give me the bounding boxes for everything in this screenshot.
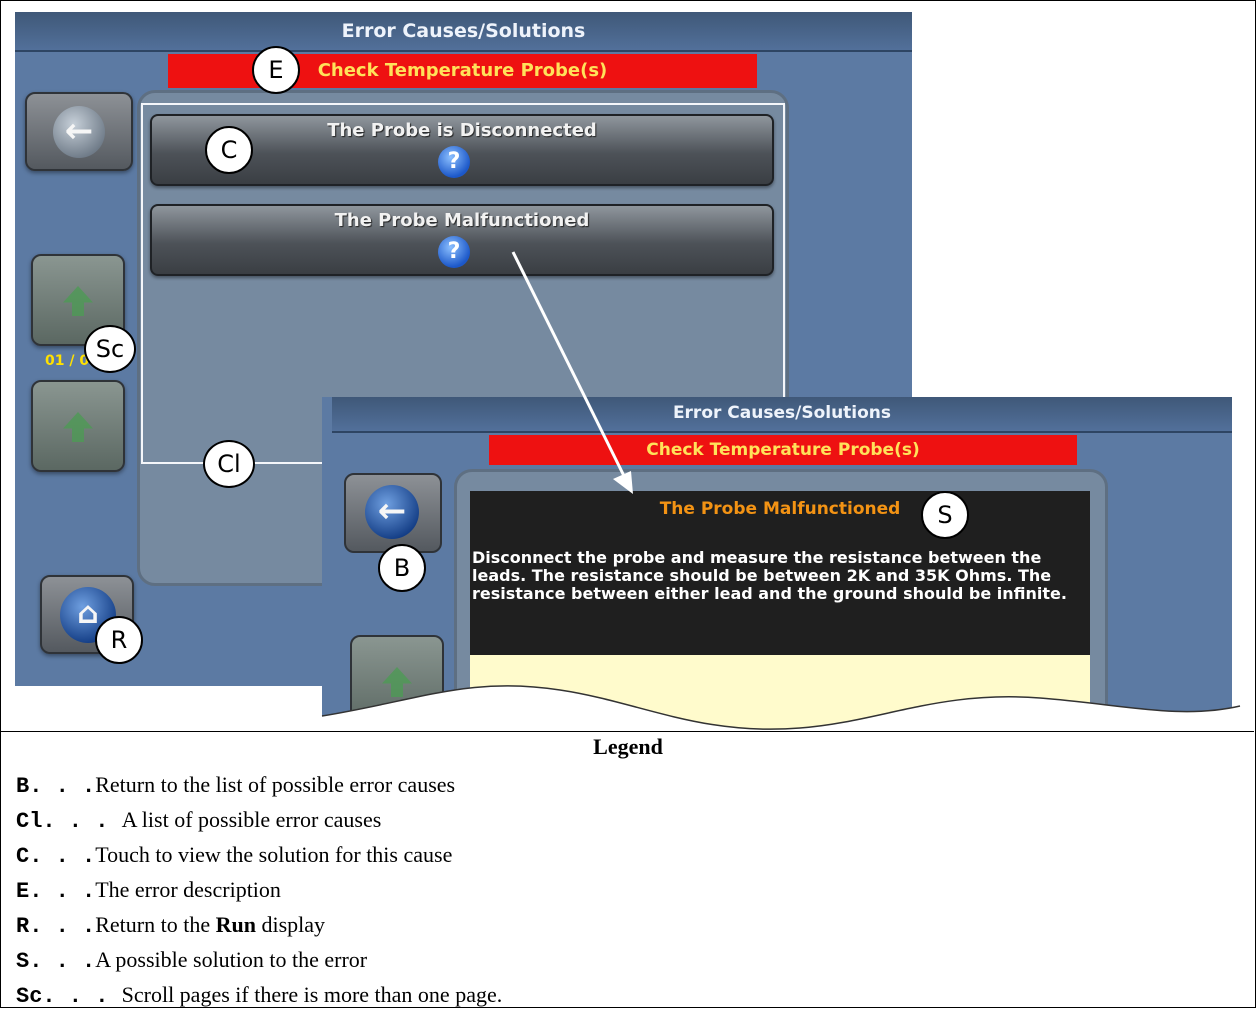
callout-b: B bbox=[378, 544, 426, 592]
solution-title: The Probe Malfunctioned bbox=[659, 499, 901, 519]
back-button[interactable]: ← bbox=[344, 473, 442, 553]
solution-box: The Probe Malfunctioned Disconnect the p… bbox=[470, 491, 1090, 655]
legend-title: Legend bbox=[593, 734, 663, 759]
callout-s: S bbox=[921, 491, 969, 539]
legend-text: display bbox=[255, 912, 326, 937]
question-icon[interactable]: ? bbox=[438, 236, 470, 268]
legend-text-bold: Run bbox=[215, 912, 256, 937]
legend-item-c: C. . .Touch to view the solution for thi… bbox=[16, 838, 1236, 873]
title-bar: Error Causes/Solutions bbox=[15, 12, 912, 52]
back-arrow-icon: ← bbox=[53, 106, 105, 158]
scroll-up-icon bbox=[63, 286, 93, 316]
legend-item-s: S. . .A possible solution to the error bbox=[16, 943, 1236, 978]
page-counter: 01 / 0 bbox=[45, 353, 90, 369]
legend-key: S. . . bbox=[16, 949, 96, 974]
question-icon[interactable]: ? bbox=[438, 146, 470, 178]
callout-cl: Cl bbox=[203, 440, 255, 488]
legend-key: E. . . bbox=[16, 879, 96, 904]
legend-item-e: E. . .The error description bbox=[16, 873, 1236, 908]
legend-text: Scroll pages if there is more than one p… bbox=[121, 982, 503, 1007]
screen-title: Error Causes/Solutions bbox=[672, 403, 892, 423]
callout-r: R bbox=[95, 616, 143, 664]
legend-list: B. . .Return to the list of possible err… bbox=[16, 768, 1236, 1013]
legend-key: Sc. . . bbox=[16, 984, 122, 1009]
solution-extra-area bbox=[470, 655, 1090, 731]
legend-text: A possible solution to the error bbox=[95, 947, 368, 972]
error-description-bar: Check Temperature Probe(s) bbox=[489, 435, 1077, 465]
back-arrow-icon: ← bbox=[365, 485, 419, 539]
scroll-up-icon bbox=[382, 667, 412, 697]
legend-text: Touch to view the solution for this caus… bbox=[95, 842, 453, 867]
scroll-down-icon bbox=[63, 412, 93, 442]
callout-e: E bbox=[252, 46, 300, 94]
callout-sc: Sc bbox=[84, 325, 136, 373]
legend-key: R. . . bbox=[16, 914, 96, 939]
solution-text: Disconnect the probe and measure the res… bbox=[472, 548, 1067, 603]
callout-c: C bbox=[205, 126, 253, 174]
legend-item-b: B. . .Return to the list of possible err… bbox=[16, 768, 1236, 803]
legend-text: Return to the bbox=[95, 912, 216, 937]
scroll-down-button[interactable] bbox=[31, 380, 125, 472]
cause-label: The Probe Malfunctioned bbox=[334, 210, 590, 231]
legend-key: B. . . bbox=[16, 774, 96, 799]
screen-title: Error Causes/Solutions bbox=[341, 20, 586, 42]
legend-text: Return to the list of possible error cau… bbox=[95, 772, 456, 797]
legend-text: A list of possible error causes bbox=[121, 807, 382, 832]
legend-item-cl: Cl. . . A list of possible error causes bbox=[16, 803, 1236, 838]
legend-text: The error description bbox=[95, 877, 281, 902]
scroll-up-button[interactable] bbox=[350, 635, 444, 729]
legend-item-r: R. . .Return to the Run display bbox=[16, 908, 1236, 943]
solution-screen: Error Causes/Solutions Check Temperature… bbox=[322, 397, 1232, 731]
cause-button-malfunctioned[interactable]: The Probe Malfunctioned ? bbox=[150, 204, 774, 276]
back-button[interactable]: ← bbox=[25, 92, 133, 171]
legend-key: Cl. . . bbox=[16, 809, 122, 834]
legend-key: C. . . bbox=[16, 844, 96, 869]
